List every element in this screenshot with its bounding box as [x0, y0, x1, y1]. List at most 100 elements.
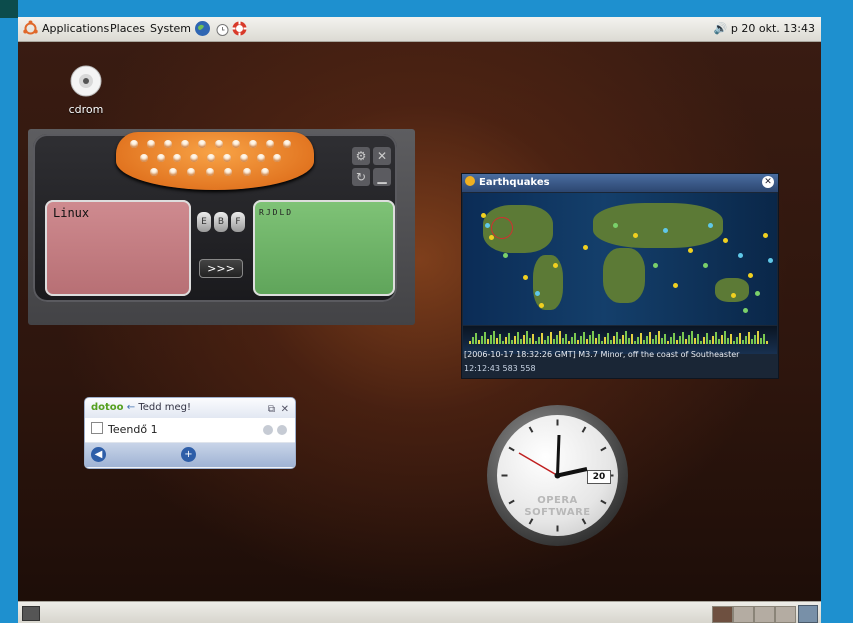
lang-button-f[interactable]: F [231, 212, 245, 232]
close-icon[interactable]: ✕ [373, 147, 391, 165]
timeline-bar [514, 336, 516, 344]
result-text-pane: RJDLD [253, 200, 395, 296]
show-desktop-icon[interactable] [22, 606, 40, 621]
quake-dot [688, 248, 693, 253]
timeline-bar [673, 333, 675, 344]
quake-dot [755, 291, 760, 296]
timeline-bar [667, 341, 669, 344]
volume-icon[interactable]: 🔊 [714, 22, 728, 35]
timeline-bar [508, 333, 510, 344]
timeline-bar [628, 338, 630, 344]
delete-icon[interactable] [277, 425, 287, 435]
timeline-bar [676, 340, 678, 344]
timeline-bar [589, 335, 591, 344]
timeline-bar [490, 335, 492, 344]
timeline-bar [571, 337, 573, 344]
quake-dot [763, 233, 768, 238]
refresh-icon[interactable]: ↻ [352, 168, 370, 186]
timeline-bar [586, 339, 588, 344]
timeline-bar [613, 336, 615, 344]
detach-icon[interactable]: ⧉ [268, 400, 275, 420]
quake-dot [503, 253, 508, 258]
lifebuoy-icon[interactable] [231, 20, 248, 37]
workspace-2[interactable] [733, 606, 754, 623]
timeline-bar [604, 337, 606, 344]
timeline-bar [553, 339, 555, 344]
timeline-bar [688, 335, 690, 344]
bottom-panel [18, 601, 821, 623]
key [198, 140, 206, 148]
timeline-bar [574, 333, 576, 344]
back-icon[interactable]: ◀ [91, 447, 106, 462]
timeline-bar [748, 332, 750, 344]
clock-applet[interactable]: p 20 okt. 13:43 [731, 22, 815, 35]
quake-dot [708, 223, 713, 228]
opera-clock-widget[interactable]: 20 OPERA SOFTWARE [487, 405, 628, 546]
timeline-bar [517, 332, 519, 344]
timeline-bar [472, 337, 474, 344]
todo-checkbox[interactable] [91, 422, 103, 434]
quake-dot [523, 275, 528, 280]
timeline-bar [601, 341, 603, 344]
timeline-bar [532, 334, 534, 344]
ubuntu-logo-icon[interactable] [22, 20, 39, 37]
timeline-bar [754, 335, 756, 344]
close-icon[interactable]: ✕ [762, 176, 774, 188]
key [232, 140, 240, 148]
timeline-bar [631, 334, 633, 344]
timeline-bar [742, 340, 744, 344]
quake-dot [703, 263, 708, 268]
dotoo-header: dotoo ← Tedd meg! ⧉ ✕ [85, 398, 295, 418]
dotoo-brand: dotoo [91, 402, 124, 413]
timeline-bar [496, 338, 498, 344]
trash-icon[interactable] [798, 605, 818, 623]
close-icon[interactable]: ✕ [281, 400, 289, 420]
timeline-bar [562, 338, 564, 344]
timeline-bar [511, 340, 513, 344]
timeline-bar [652, 339, 654, 344]
timeline-bar [595, 338, 597, 344]
timeline-bar [610, 340, 612, 344]
timeline-bar [469, 341, 471, 344]
translate-button[interactable]: >>> [199, 259, 243, 278]
quake-dot [583, 245, 588, 250]
timeline-bar [529, 338, 531, 344]
keyboard-graphic [116, 132, 314, 190]
timeline-bar [520, 339, 522, 344]
timeline-bar [643, 340, 645, 344]
timeline-bar [556, 335, 558, 344]
help-icon[interactable] [214, 20, 231, 37]
quake-dot [485, 223, 490, 228]
clock-pivot [554, 472, 561, 479]
timeline-bar [766, 341, 768, 344]
cdrom-desktop-icon[interactable]: cdrom [66, 65, 106, 116]
quake-dot [743, 308, 748, 313]
web-browser-icon[interactable] [194, 20, 211, 37]
source-text-pane[interactable]: Linux [45, 200, 191, 296]
settings-icon[interactable]: ⚙ [352, 147, 370, 165]
menu-places[interactable]: Places [110, 22, 145, 35]
timeline-bar [706, 333, 708, 344]
lang-button-e[interactable]: E [197, 212, 211, 232]
timeline-bar [622, 335, 624, 344]
key [181, 140, 189, 148]
menu-applications[interactable]: Applications [42, 22, 109, 35]
workspace-3[interactable] [754, 606, 775, 623]
timeline-bar [670, 337, 672, 344]
timeline-bar [658, 331, 660, 344]
menu-system[interactable]: System [150, 22, 191, 35]
workspace-1[interactable] [712, 606, 733, 623]
timeline-bar [616, 332, 618, 344]
minimize-icon[interactable]: ▁ [373, 168, 391, 186]
timeline-bar [499, 334, 501, 344]
key [223, 154, 232, 162]
key [215, 140, 223, 148]
workspace-4[interactable] [775, 606, 796, 623]
edit-icon[interactable] [263, 425, 273, 435]
timeline-bar [577, 340, 579, 344]
lang-button-b[interactable]: B [214, 212, 228, 232]
quake-dot [633, 233, 638, 238]
world-map[interactable] [463, 193, 777, 325]
add-icon[interactable]: + [181, 447, 196, 462]
key [249, 140, 257, 148]
